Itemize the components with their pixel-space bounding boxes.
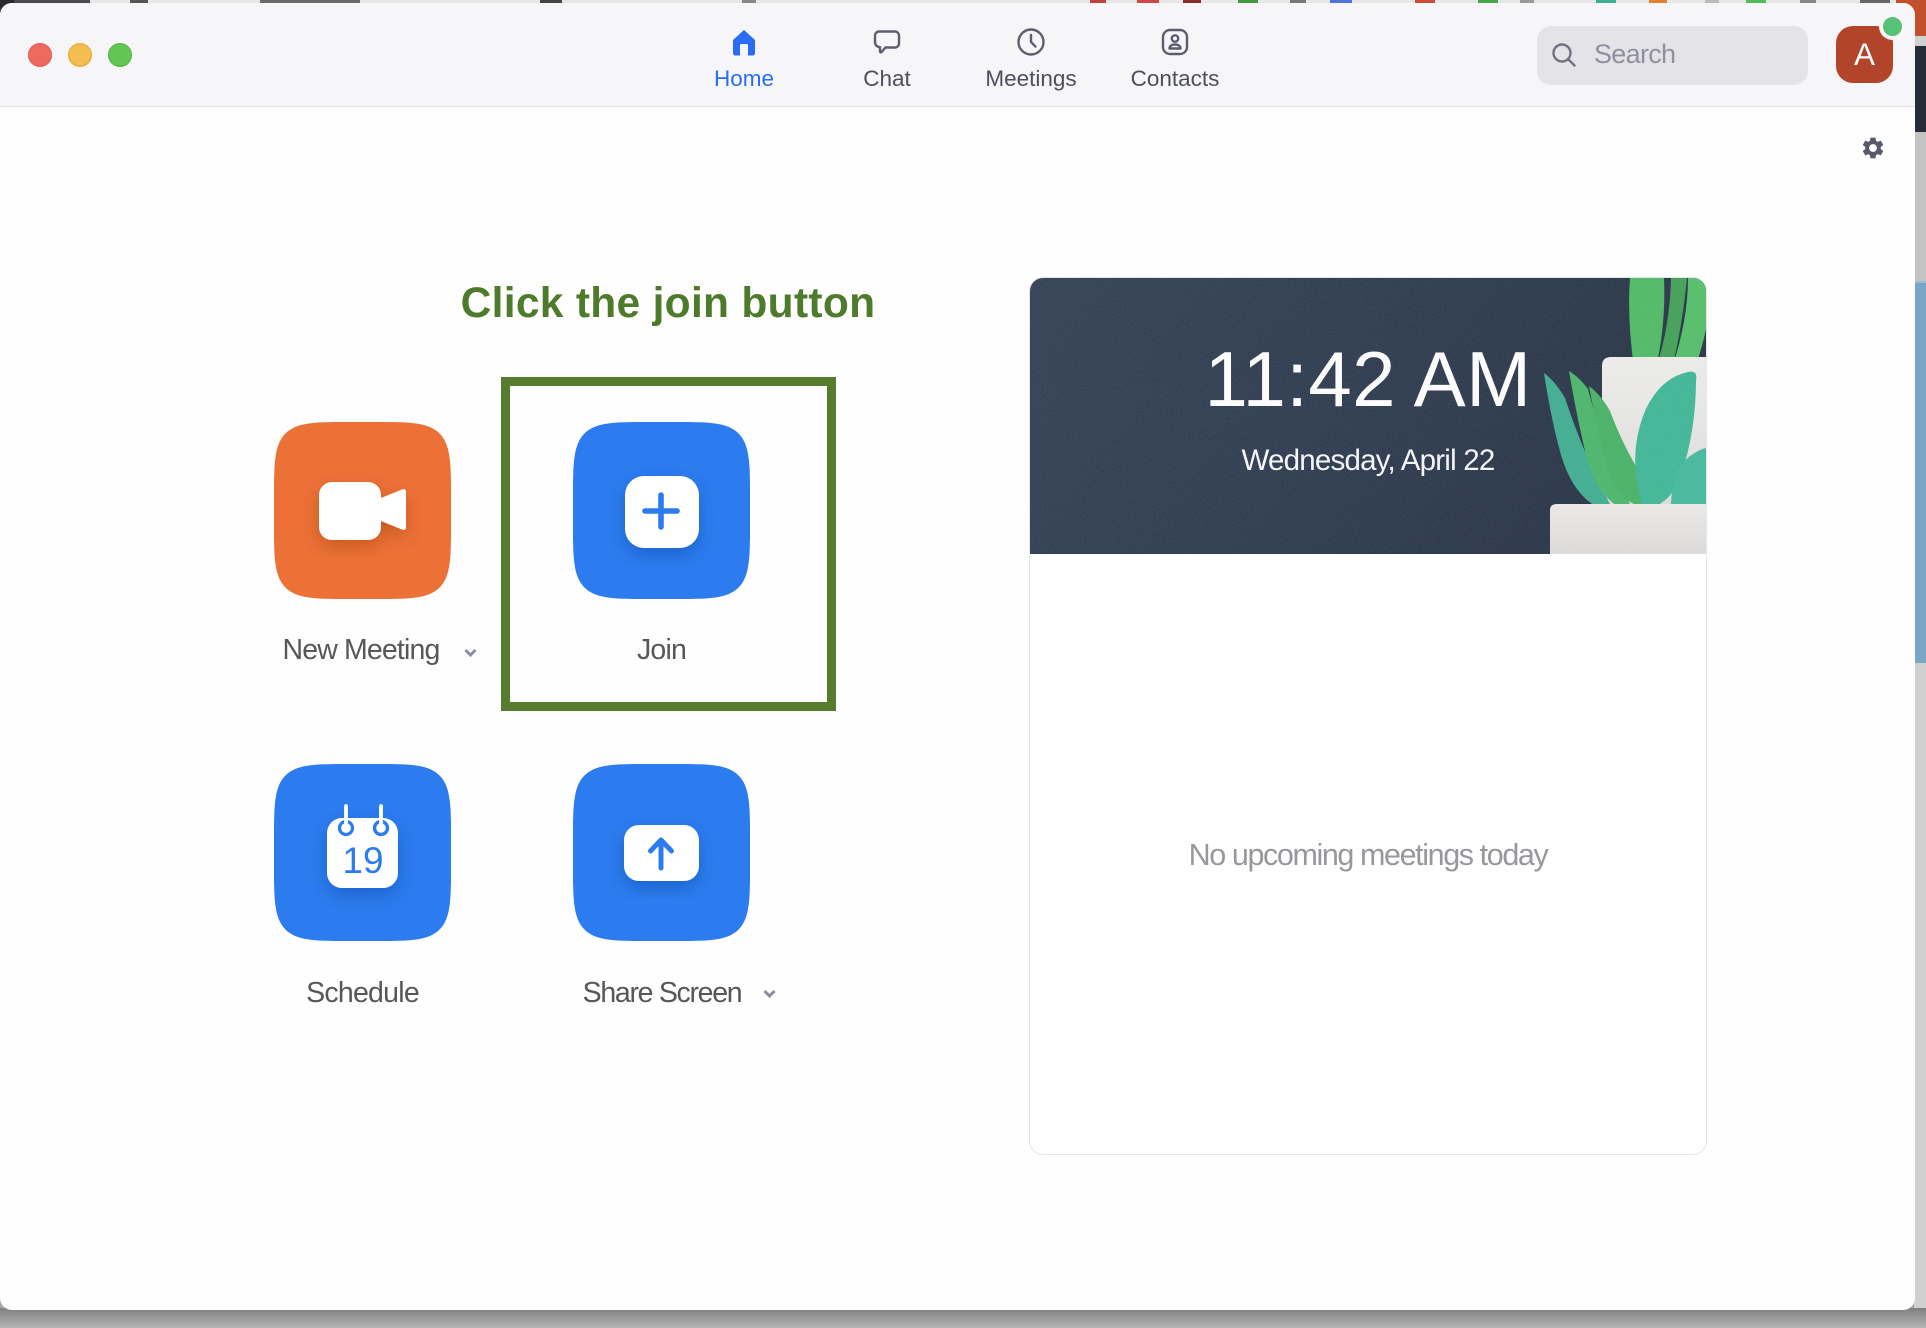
svg-text:19: 19: [342, 840, 383, 881]
